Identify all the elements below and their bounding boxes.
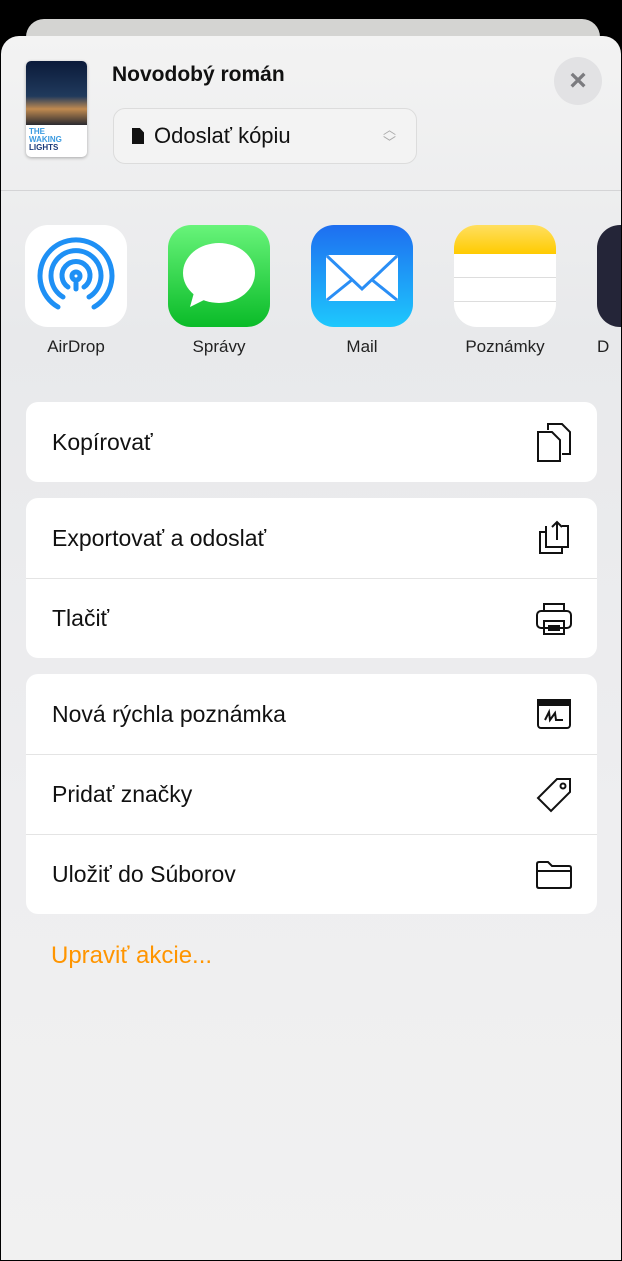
document-title: Novodobý román — [112, 63, 285, 86]
action-label: Nová rýchla poznámka — [52, 700, 286, 727]
action-add-tags[interactable]: Pridať značky — [26, 754, 597, 834]
document-icon — [132, 128, 144, 144]
app-label: AirDrop — [47, 337, 105, 356]
action-label: Exportovať a odoslať — [52, 524, 267, 551]
action-group: Exportovať a odoslať Tlačiť — [26, 498, 597, 658]
action-copy[interactable]: Kopírovať — [26, 402, 597, 482]
share-icon — [535, 519, 573, 557]
action-export[interactable]: Exportovať a odoslať — [26, 498, 597, 578]
edit-actions-link[interactable]: Upraviť akcie... — [51, 942, 212, 970]
app-messages[interactable]: Správy — [168, 225, 270, 357]
action-label: Uložiť do Súborov — [52, 861, 236, 887]
notes-icon — [454, 225, 556, 327]
cover-text: LIGHTS — [29, 143, 59, 152]
app-airdrop[interactable]: AirDrop — [25, 225, 127, 357]
printer-icon — [535, 600, 573, 638]
action-label: Kopírovať — [52, 428, 153, 455]
app-label: Mail — [346, 337, 378, 356]
mail-icon — [311, 225, 413, 327]
tag-icon — [535, 776, 573, 814]
app-label: Správy — [192, 337, 246, 356]
app-label: Poznámky — [465, 337, 545, 356]
action-quick-note[interactable]: Nová rýchla poznámka — [26, 674, 597, 754]
app-row: AirDrop Správy Mail Poznámky D — [25, 225, 621, 357]
send-mode-select[interactable]: Odoslať kópiu ︿ ﹀ — [113, 108, 417, 164]
action-label: Tlačiť — [52, 605, 110, 631]
app-label: D — [597, 337, 610, 356]
app-icon — [597, 225, 621, 327]
chevron-updown-icon: ︿ ﹀ — [382, 122, 396, 150]
app-mail[interactable]: Mail — [311, 225, 413, 357]
action-save-files[interactable]: Uložiť do Súborov — [26, 834, 597, 914]
action-print[interactable]: Tlačiť — [26, 578, 597, 658]
action-group: Nová rýchla poznámka Pridať značky Uloži… — [26, 674, 597, 914]
divider — [1, 190, 621, 191]
messages-icon — [168, 225, 270, 327]
copy-icon — [535, 423, 573, 462]
document-thumbnail: THE WAKING LIGHTS — [26, 61, 87, 157]
airdrop-icon — [25, 225, 127, 327]
action-label: Pridať značky — [52, 781, 193, 807]
app-more[interactable]: D — [597, 225, 621, 357]
folder-icon — [535, 856, 573, 894]
app-notes[interactable]: Poznámky — [454, 225, 556, 357]
share-sheet: THE WAKING LIGHTS Novodobý román Odoslať k… — [1, 36, 621, 1260]
action-group: Kopírovať — [26, 402, 597, 482]
select-value: Odoslať kópiu — [154, 123, 291, 148]
quick-note-icon — [535, 695, 573, 733]
close-button[interactable]: × — [554, 57, 602, 105]
